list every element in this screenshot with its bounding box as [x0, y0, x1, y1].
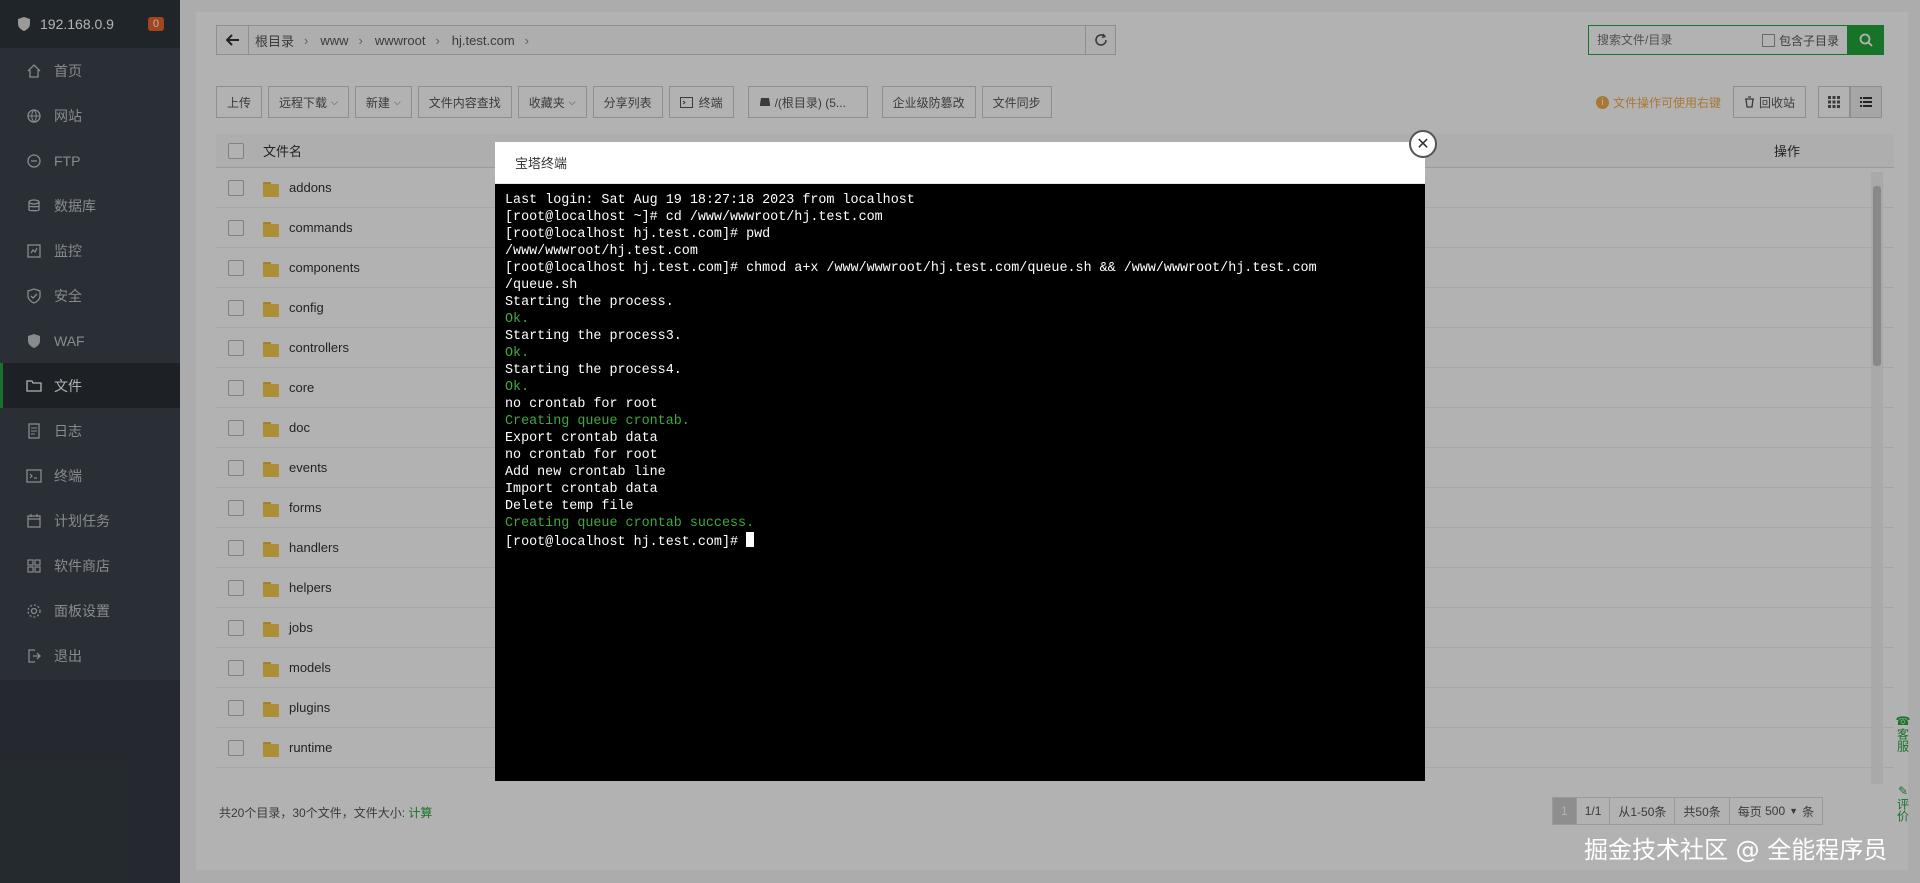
terminal-prompt: [root@localhost hj.test.com]#	[505, 535, 747, 550]
terminal-line: Delete temp file	[505, 499, 634, 514]
terminal-line: [root@localhost hj.test.com]# chmod a+x …	[505, 261, 1317, 276]
terminal-line: [root@localhost hj.test.com]# pwd	[505, 227, 771, 242]
terminal-prompt-line[interactable]: [root@localhost hj.test.com]#	[505, 532, 1415, 551]
terminal-line: Import crontab data	[505, 482, 658, 497]
terminal-line: /queue.sh	[505, 278, 578, 293]
terminal-line: Export crontab data	[505, 431, 658, 446]
terminal-line: Last login: Sat Aug 19 18:27:18 2023 fro…	[505, 193, 915, 208]
terminal-line: /www/wwwroot/hj.test.com	[505, 244, 698, 259]
terminal-cursor	[746, 532, 755, 547]
terminal-line: Ok.	[505, 380, 530, 395]
terminal-line: Creating queue crontab success.	[505, 516, 755, 531]
terminal-modal: 宝塔终端 Last login: Sat Aug 19 18:27:18 202…	[495, 142, 1425, 781]
close-icon: ✕	[1416, 136, 1430, 153]
modal-title: 宝塔终端	[495, 142, 1425, 184]
terminal-line: no crontab for root	[505, 448, 658, 463]
terminal-output[interactable]: Last login: Sat Aug 19 18:27:18 2023 fro…	[495, 184, 1425, 559]
terminal-line: Starting the process.	[505, 295, 674, 310]
watermark: 掘金技术社区 @ 全能程序员	[1584, 836, 1888, 864]
terminal-line: Creating queue crontab.	[505, 414, 690, 429]
terminal-line: [root@localhost ~]# cd /www/wwwroot/hj.t…	[505, 210, 883, 225]
terminal-line: Add new crontab line	[505, 465, 666, 480]
terminal-line: Ok.	[505, 346, 530, 361]
close-button[interactable]: ✕	[1409, 130, 1437, 158]
terminal-line: Starting the process4.	[505, 363, 682, 378]
terminal-line: Ok.	[505, 312, 530, 327]
terminal-line: Starting the process3.	[505, 329, 682, 344]
terminal-line: no crontab for root	[505, 397, 658, 412]
